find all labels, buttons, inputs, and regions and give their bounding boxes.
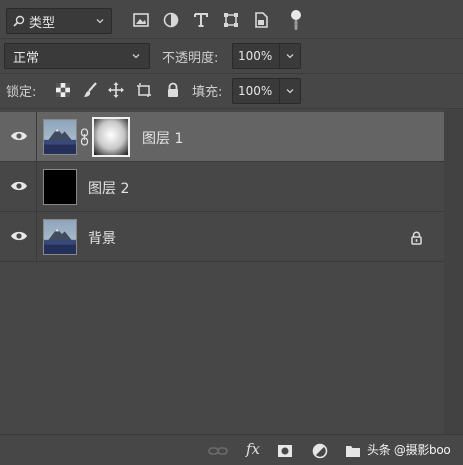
blend-mode-select[interactable]: 正常: [4, 43, 150, 69]
adjustment-filter-icon[interactable]: [162, 11, 180, 29]
fill-value: 100%: [238, 84, 273, 98]
chevron-down-icon: [286, 89, 294, 94]
layers-bottom-bar: fx 头条 @摄影boo: [0, 434, 463, 465]
fill-field[interactable]: 100%: [232, 78, 301, 104]
new-group-icon[interactable]: [345, 443, 361, 459]
mask-link-icon[interactable]: [80, 128, 89, 146]
smart-object-filter-icon[interactable]: [252, 11, 270, 29]
link-layers-icon[interactable]: [208, 443, 228, 459]
layer-name: 背景: [88, 231, 116, 247]
layer-thumbnail[interactable]: [43, 219, 77, 255]
lock-transparent-pixels-icon[interactable]: [55, 82, 71, 98]
lock-artboard-icon[interactable]: [136, 82, 152, 98]
layer-row-background[interactable]: 背景: [0, 212, 444, 262]
fill-label: 填充:: [192, 85, 223, 100]
kind-filter-label: 类型: [29, 15, 56, 31]
type-filter-icon[interactable]: [192, 11, 210, 29]
lock-image-pixels-icon[interactable]: [82, 82, 98, 98]
layer-thumbnail[interactable]: [43, 119, 77, 155]
chevron-down-icon: [132, 54, 140, 59]
eye-icon[interactable]: [10, 229, 28, 243]
pixel-filter-icon[interactable]: [132, 11, 150, 29]
layer-thumbnail[interactable]: [43, 169, 77, 205]
opacity-label: 不透明度:: [162, 51, 219, 66]
filter-toggle[interactable]: [286, 8, 306, 32]
layer-mask-thumbnail[interactable]: [92, 117, 130, 157]
shape-filter-icon[interactable]: [222, 11, 240, 29]
kind-filter-select[interactable]: 类型: [6, 8, 112, 34]
lock-icon: [411, 231, 422, 245]
layer-name: 图层 1: [142, 131, 184, 147]
scrollbar[interactable]: [444, 110, 463, 434]
eye-icon[interactable]: [10, 129, 28, 143]
add-mask-icon[interactable]: [277, 443, 293, 459]
fill-dropdown[interactable]: [279, 79, 300, 103]
opacity-dropdown[interactable]: [279, 44, 300, 68]
layers-list: 图层 1 图层 2 背景: [0, 110, 463, 434]
lock-all-icon[interactable]: [165, 82, 181, 98]
chevron-down-icon: [96, 19, 104, 24]
opacity-value: 100%: [238, 49, 273, 63]
blend-mode-value: 正常: [13, 50, 40, 66]
layer-row-layer-1[interactable]: 图层 1: [0, 112, 444, 162]
opacity-field[interactable]: 100%: [232, 43, 301, 69]
adjustment-layer-icon[interactable]: [312, 443, 328, 459]
eye-icon[interactable]: [10, 179, 28, 193]
chevron-down-icon: [286, 54, 294, 59]
fx-icon[interactable]: fx: [246, 440, 260, 458]
divider: [0, 108, 463, 109]
lock-position-icon[interactable]: [108, 82, 124, 98]
divider: [0, 38, 463, 39]
watermark: 头条 @摄影boo: [367, 443, 451, 457]
divider: [0, 73, 463, 74]
layer-name: 图层 2: [88, 181, 130, 197]
search-icon: [13, 15, 25, 27]
lock-label: 锁定:: [6, 85, 37, 100]
layer-row-layer-2[interactable]: 图层 2: [0, 162, 444, 212]
